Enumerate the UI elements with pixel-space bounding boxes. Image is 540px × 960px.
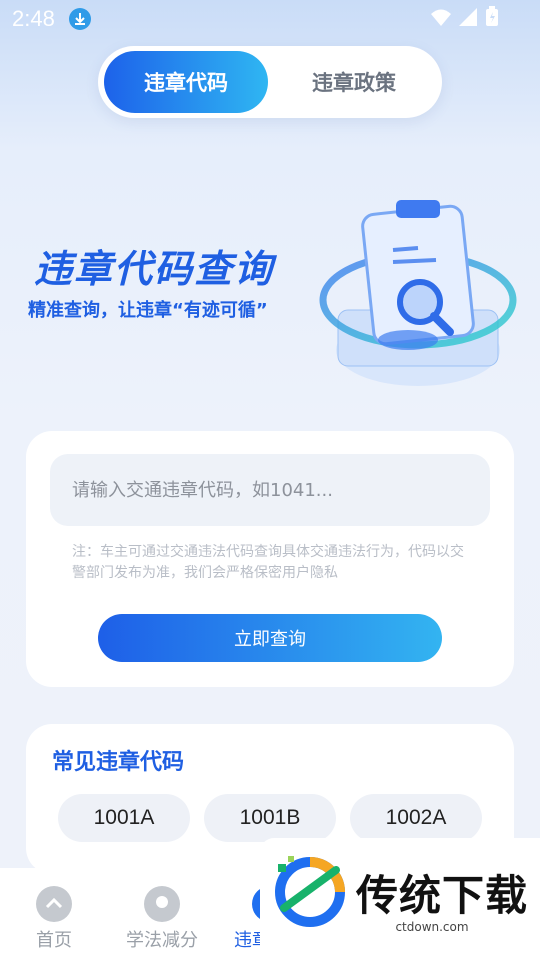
privacy-note: 注：车主可通过交通违法代码查询具体交通违法行为，代码以交警部门发布为准，我们会严… (72, 544, 464, 581)
code-chip-1001a[interactable]: 1001A (58, 794, 190, 842)
violation-code-input[interactable] (50, 454, 490, 526)
document-search-illustration (319, 200, 517, 386)
nav-home-label: 首页 (36, 930, 72, 951)
nav-home[interactable]: 首页 (4, 886, 104, 952)
nav-study-points-label: 学法减分 (126, 930, 198, 951)
wifi-icon (431, 9, 451, 26)
up-arrow-icon (36, 886, 72, 922)
watermark-logo (275, 856, 345, 927)
status-time: 2:48 (12, 6, 55, 31)
hero-subtitle: 精准查询，让违章“有迹可循” (28, 300, 268, 321)
query-button[interactable]: 立即查询 (98, 614, 442, 662)
common-codes-title: 常见违章代码 (52, 750, 185, 775)
battery-icon (486, 6, 498, 26)
tab-violation-policy[interactable]: 违章政策 (272, 51, 436, 113)
tab-violation-code[interactable]: 违章代码 (104, 51, 268, 113)
tab-switcher: 违章代码 违章政策 (98, 46, 442, 118)
nav-study-points[interactable]: 学法减分 (112, 886, 212, 952)
watermark-url: ctdown.com (356, 920, 508, 934)
hero-title: 违章代码查询 (34, 247, 275, 291)
watermark-text: 传统下载 (356, 871, 529, 920)
download-icon (69, 8, 91, 30)
badge-icon (144, 886, 180, 922)
code-chip-1002a[interactable]: 1002A (350, 794, 482, 842)
code-chip-1001b[interactable]: 1001B (204, 794, 336, 842)
signal-icon (459, 8, 477, 26)
